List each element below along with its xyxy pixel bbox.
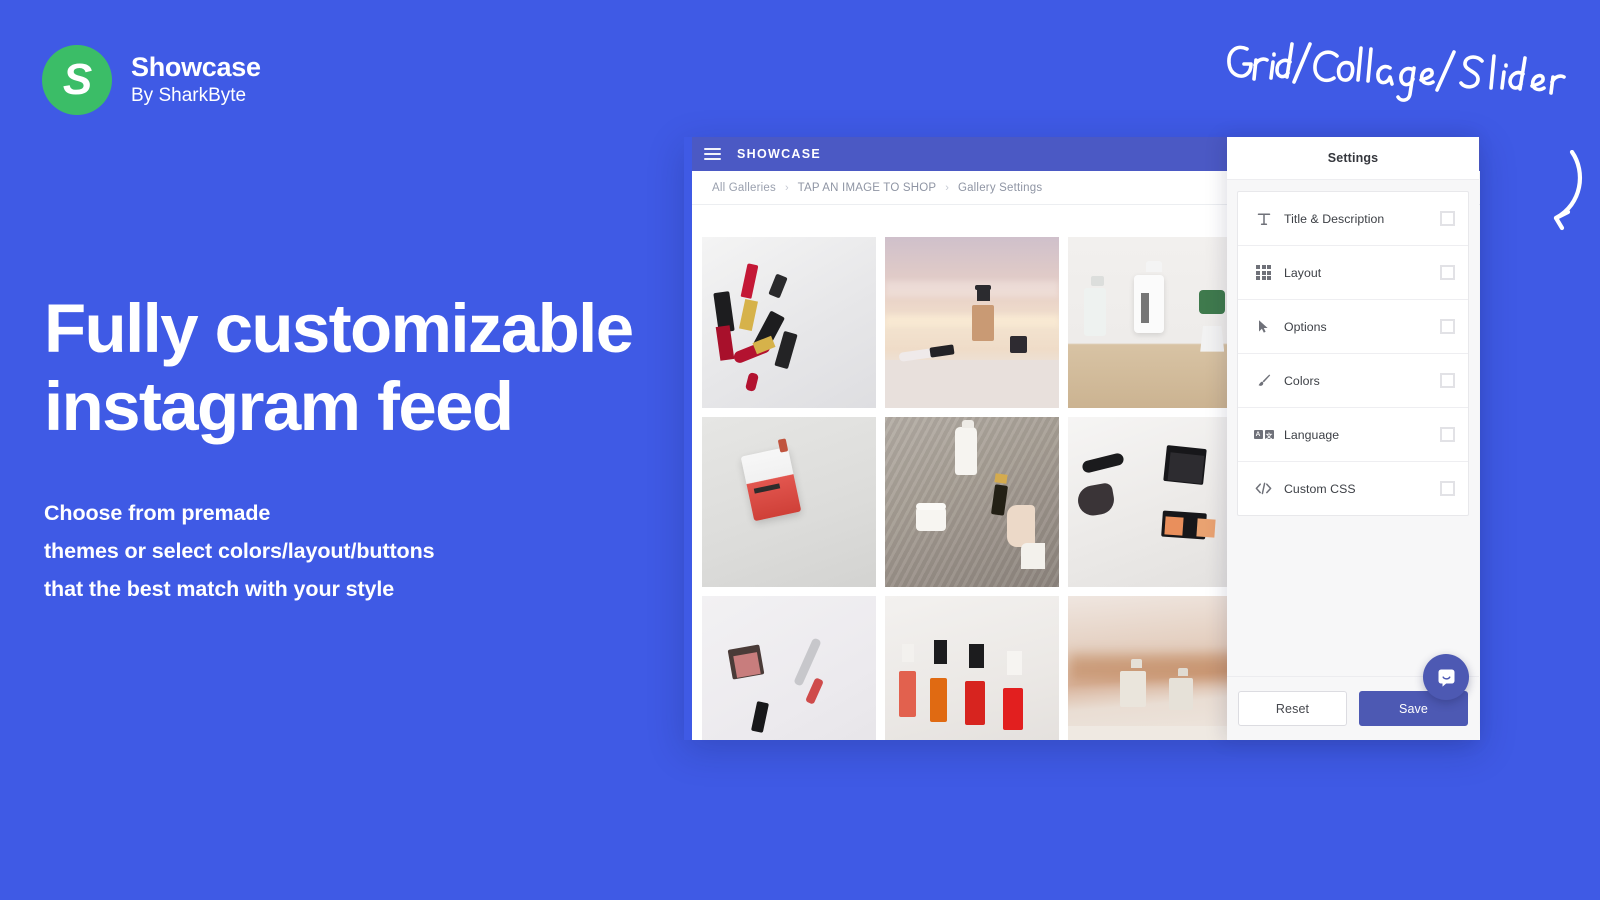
tile-image-red-lipsticks bbox=[702, 237, 876, 408]
settings-item-options[interactable]: Options bbox=[1238, 300, 1468, 354]
brand-text: Showcase By SharkByte bbox=[131, 52, 261, 108]
annotation-text-icon bbox=[1227, 42, 1566, 102]
settings-body-spacer bbox=[1227, 516, 1479, 676]
breadcrumb-separator: › bbox=[945, 181, 949, 194]
tile-image-cream-bottles bbox=[1068, 596, 1242, 740]
breadcrumb-separator: › bbox=[784, 181, 789, 194]
promo-banner: S Showcase By SharkByte Fully customizab… bbox=[0, 0, 1600, 900]
settings-item-label: Colors bbox=[1284, 373, 1320, 388]
tile-image-skincare-set bbox=[885, 416, 1059, 588]
settings-item-expander[interactable] bbox=[1440, 265, 1455, 280]
settings-panel: Settings Title & Description Layout Opti… bbox=[1227, 137, 1479, 740]
gallery-tile-brush-palette[interactable] bbox=[1068, 416, 1242, 588]
tile-image-foundation-sunset bbox=[885, 237, 1059, 408]
annotation-arrow bbox=[1480, 149, 1590, 240]
settings-item-language[interactable]: A文 Language bbox=[1238, 408, 1468, 462]
brand-lockup: S Showcase By SharkByte bbox=[42, 45, 261, 115]
settings-item-title-description[interactable]: Title & Description bbox=[1238, 192, 1468, 246]
gallery-tile-blush-flatlay[interactable] bbox=[702, 596, 876, 740]
chat-launcher-button[interactable] bbox=[1423, 654, 1469, 700]
gallery-tile-nail-polish-bottles[interactable] bbox=[885, 596, 1059, 740]
mockup-left-rail bbox=[684, 137, 692, 740]
hero-subtitle: Choose from premade themes or select col… bbox=[44, 500, 435, 602]
chat-bubble-icon bbox=[1438, 669, 1454, 687]
settings-item-label: Title & Description bbox=[1284, 211, 1385, 226]
code-icon bbox=[1253, 480, 1274, 498]
hero-copy: Fully customizable instagram feed Choose… bbox=[44, 290, 704, 609]
settings-item-layout[interactable]: Layout bbox=[1238, 246, 1468, 300]
tile-image-red-pouch-packaging bbox=[702, 416, 876, 588]
text-format-icon bbox=[1253, 210, 1274, 228]
app-name: Showcase bbox=[131, 52, 261, 82]
gallery-tile-red-lipsticks[interactable] bbox=[702, 237, 876, 408]
app-logo: S bbox=[42, 45, 112, 115]
settings-item-expander[interactable] bbox=[1440, 319, 1455, 334]
breadcrumb-item-gallery[interactable]: TAP AN IMAGE TO SHOP bbox=[798, 182, 937, 194]
grid-icon bbox=[1253, 264, 1274, 282]
app-logo-letter: S bbox=[62, 55, 92, 104]
settings-item-custom-css[interactable]: Custom CSS bbox=[1238, 462, 1468, 515]
tile-image-brush-palette bbox=[1068, 416, 1242, 588]
gallery-tile-red-pouch-packaging[interactable] bbox=[702, 416, 876, 588]
settings-item-colors[interactable]: Colors bbox=[1238, 354, 1468, 408]
settings-item-label: Custom CSS bbox=[1284, 481, 1356, 496]
settings-item-label: Layout bbox=[1284, 265, 1322, 280]
gallery-tile-cocooil-bottle[interactable] bbox=[1068, 237, 1242, 408]
settings-item-expander[interactable] bbox=[1440, 481, 1455, 496]
handwritten-annotation bbox=[1225, 32, 1566, 112]
tile-image-blush-flatlay bbox=[702, 596, 876, 740]
settings-item-expander[interactable] bbox=[1440, 373, 1455, 388]
settings-item-label: Language bbox=[1284, 427, 1340, 442]
breadcrumb-item-all-galleries[interactable]: All Galleries bbox=[712, 182, 776, 194]
breadcrumb-item-gallery-settings: Gallery Settings bbox=[957, 181, 1043, 194]
gallery-tile-foundation-sunset[interactable] bbox=[885, 237, 1059, 408]
settings-header: Settings bbox=[1227, 137, 1479, 180]
language-icon: A文 bbox=[1253, 426, 1274, 444]
settings-item-label: Options bbox=[1284, 319, 1327, 334]
cursor-arrow-icon bbox=[1253, 318, 1274, 336]
app-byline: By SharkByte bbox=[131, 85, 247, 107]
reset-button[interactable]: Reset bbox=[1238, 691, 1347, 726]
gallery-grid bbox=[700, 237, 1242, 740]
tile-image-nail-polish-bottles bbox=[885, 596, 1059, 740]
gallery-tile-cream-bottles[interactable] bbox=[1068, 596, 1242, 740]
page-title: Fully customizable instagram feed bbox=[44, 290, 634, 445]
app-bar-title: SHOWCASE bbox=[737, 147, 822, 161]
paintbrush-icon bbox=[1253, 372, 1274, 390]
settings-item-expander[interactable] bbox=[1440, 427, 1455, 442]
settings-title: Settings bbox=[1327, 151, 1379, 165]
curved-arrow-icon bbox=[1553, 149, 1583, 231]
settings-list: Title & Description Layout Options Color… bbox=[1237, 191, 1469, 516]
settings-item-expander[interactable] bbox=[1440, 211, 1455, 226]
gallery-tile-skincare-set[interactable] bbox=[885, 416, 1059, 588]
tile-image-cocooil-bottle bbox=[1068, 237, 1242, 408]
hamburger-icon[interactable] bbox=[704, 148, 721, 160]
